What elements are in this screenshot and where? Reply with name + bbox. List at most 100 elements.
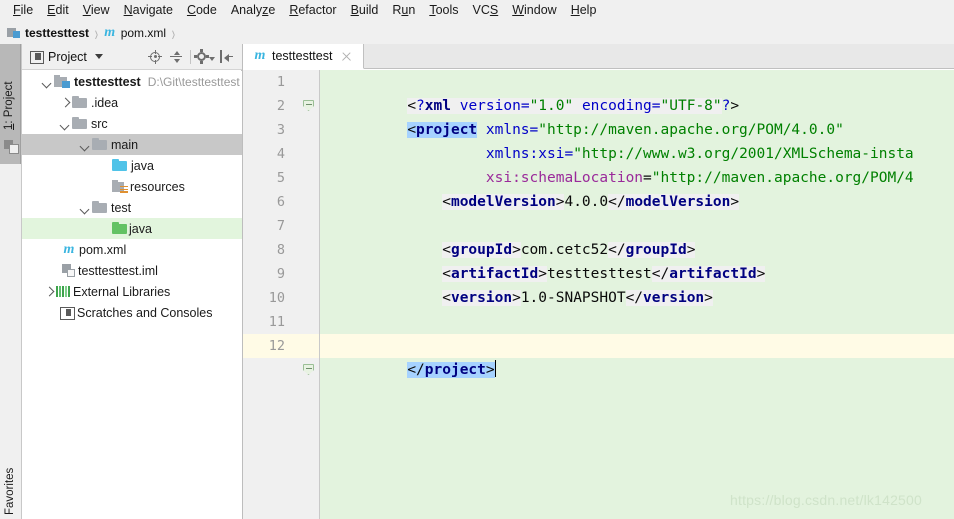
- text-caret: [494, 360, 497, 377]
- breadcrumb-item-file[interactable]: m pom.xml: [103, 23, 166, 43]
- project-tree[interactable]: testtesttest D:\Git\testtesttest .idea s…: [22, 71, 242, 519]
- tree-label-resources: resources: [130, 179, 185, 194]
- tree-row-src[interactable]: src: [22, 113, 242, 134]
- code-line-8[interactable]: <artifactId>testtesttest</artifactId>: [320, 238, 954, 282]
- menu-tools[interactable]: Tools: [422, 2, 465, 20]
- chevron-right-icon-libs[interactable]: [42, 285, 56, 299]
- code-line-1[interactable]: <?xml version="1.0" encoding="UTF-8"?>: [320, 70, 954, 114]
- tree-row-iml[interactable]: testtesttest.iml: [22, 260, 242, 281]
- code-line-10[interactable]: [320, 286, 954, 310]
- chevron-down-icon[interactable]: [94, 54, 103, 59]
- chevron-down-icon-src[interactable]: [58, 117, 72, 131]
- line-number-caret: 12: [243, 334, 320, 358]
- breadcrumb-separator-icon: ›: [94, 21, 99, 45]
- line-number: 6: [276, 194, 285, 210]
- collapse-all-button[interactable]: [166, 47, 186, 67]
- tree-label-pom-xml: pom.xml: [79, 242, 127, 257]
- tree-row-idea[interactable]: .idea: [22, 92, 242, 113]
- menu-run[interactable]: Run: [385, 2, 422, 20]
- tree-label-test: test: [111, 200, 132, 215]
- chevron-down-icon-root[interactable]: [40, 75, 54, 89]
- project-panel-title: Project: [48, 49, 87, 64]
- chevron-down-icon-test[interactable]: [78, 201, 92, 215]
- code-line-3[interactable]: xmlns:xsi="http://www.w3.org/2001/XMLSch…: [320, 118, 954, 162]
- project-panel-title-group[interactable]: Project: [22, 50, 103, 64]
- breadcrumb-module-label: testtesttest: [25, 26, 90, 40]
- watermark-text: https://blog.csdn.net/lk142500: [730, 492, 923, 508]
- hide-panel-button[interactable]: [216, 47, 236, 67]
- tree-label-external-libraries: External Libraries: [73, 284, 171, 299]
- tree-label-idea: .idea: [91, 95, 119, 110]
- menu-refactor[interactable]: Refactor: [282, 2, 343, 20]
- tree-row-test-java[interactable]: java: [22, 218, 242, 239]
- resources-folder-icon: [112, 180, 128, 193]
- scroll-from-source-button[interactable]: [145, 47, 165, 67]
- chevron-right-icon-idea[interactable]: [58, 96, 72, 110]
- close-icon[interactable]: [341, 51, 352, 62]
- menu-file[interactable]: File: [6, 2, 40, 20]
- menu-build[interactable]: Build: [344, 2, 386, 20]
- menu-vcs[interactable]: VCS: [466, 2, 506, 20]
- tree-row-main[interactable]: main: [22, 134, 242, 155]
- folder-icon-idea: [72, 96, 87, 109]
- tree-row-main-java[interactable]: java: [22, 155, 242, 176]
- editor-tab-label: testtesttest: [272, 49, 333, 63]
- line-number: 10: [268, 290, 285, 306]
- test-source-folder-icon: [112, 222, 127, 235]
- code-editor[interactable]: 1 2 3 4 5 6 7 8 9 10 11 12 <?xml version…: [243, 70, 954, 519]
- gear-icon: [194, 49, 209, 64]
- libraries-icon: [56, 285, 71, 298]
- code-line-4[interactable]: xsi:schemaLocation="http://maven.apache.…: [320, 142, 954, 186]
- line-number: 5: [276, 170, 285, 186]
- folder-icon-test: [92, 201, 107, 214]
- breadcrumb-item-module[interactable]: testtesttest: [7, 23, 89, 43]
- tree-row-scratches[interactable]: Scratches and Consoles: [22, 302, 242, 323]
- menu-view[interactable]: View: [76, 2, 117, 20]
- menu-bar: File Edit View Navigate Code Analyze Ref…: [0, 0, 954, 22]
- tree-label-test-java: java: [129, 221, 152, 236]
- tool-button-favorites[interactable]: Favorites: [0, 440, 21, 519]
- tree-row-pom-xml[interactable]: m pom.xml: [22, 239, 242, 260]
- tree-row-test[interactable]: test: [22, 197, 242, 218]
- code-line-5[interactable]: <modelVersion>4.0.0</modelVersion>: [320, 166, 954, 210]
- menu-analyze[interactable]: Analyze: [224, 2, 282, 20]
- toolbar-divider: [190, 49, 191, 64]
- project-panel-icon: [4, 140, 19, 154]
- code-line-9[interactable]: <version>1.0-SNAPSHOT</version>: [320, 262, 954, 306]
- module-icon: [7, 27, 21, 39]
- project-panel-icon: [30, 50, 44, 64]
- iml-file-icon: [62, 264, 76, 277]
- chevron-down-icon-main[interactable]: [78, 138, 92, 152]
- tree-label-main-java: java: [131, 158, 154, 173]
- tool-button-favorites-label: Favorites: [4, 467, 16, 515]
- fold-marker-line-12[interactable]: [303, 364, 314, 375]
- code-line-6[interactable]: [320, 190, 954, 214]
- editor-gutter[interactable]: 1 2 3 4 5 6 7 8 9 10 11 12: [243, 70, 320, 519]
- menu-navigate[interactable]: Navigate: [117, 2, 180, 20]
- folder-icon-src: [72, 117, 87, 130]
- navigation-bar: testtesttest › m pom.xml ›: [0, 21, 954, 45]
- tree-row-external-libraries[interactable]: External Libraries: [22, 281, 242, 302]
- menu-window[interactable]: Window: [505, 2, 563, 20]
- settings-button[interactable]: [194, 47, 215, 67]
- code-line-11[interactable]: [320, 310, 954, 334]
- line-number: 9: [276, 266, 285, 282]
- menu-help[interactable]: Help: [564, 2, 604, 20]
- code-lines[interactable]: <?xml version="1.0" encoding="UTF-8"?> <…: [320, 70, 954, 519]
- source-folder-icon: [112, 159, 127, 172]
- tree-label-src: src: [91, 116, 108, 131]
- maven-m-icon: m: [104, 25, 116, 40]
- editor-area: m testtesttest 1 2 3 4 5 6 7 8 9 10 11 1…: [243, 44, 954, 519]
- tree-row-module-root[interactable]: testtesttest D:\Git\testtesttest: [22, 71, 242, 92]
- maven-m-icon-tree: m: [63, 241, 75, 257]
- menu-code[interactable]: Code: [180, 2, 224, 20]
- code-line-7[interactable]: <groupId>com.cetc52</groupId>: [320, 214, 954, 258]
- tree-row-resources[interactable]: resources: [22, 176, 242, 197]
- code-line-2[interactable]: <project xmlns="http://maven.apache.org/…: [320, 94, 954, 138]
- menu-edit[interactable]: Edit: [40, 2, 76, 20]
- fold-marker-line-2[interactable]: [303, 100, 314, 111]
- code-line-12[interactable]: </project>: [320, 334, 954, 378]
- editor-tab-testtesttest[interactable]: m testtesttest: [243, 44, 364, 69]
- tree-label-module-root: testtesttest: [74, 74, 141, 89]
- tool-button-project[interactable]: 1: Project: [0, 44, 21, 164]
